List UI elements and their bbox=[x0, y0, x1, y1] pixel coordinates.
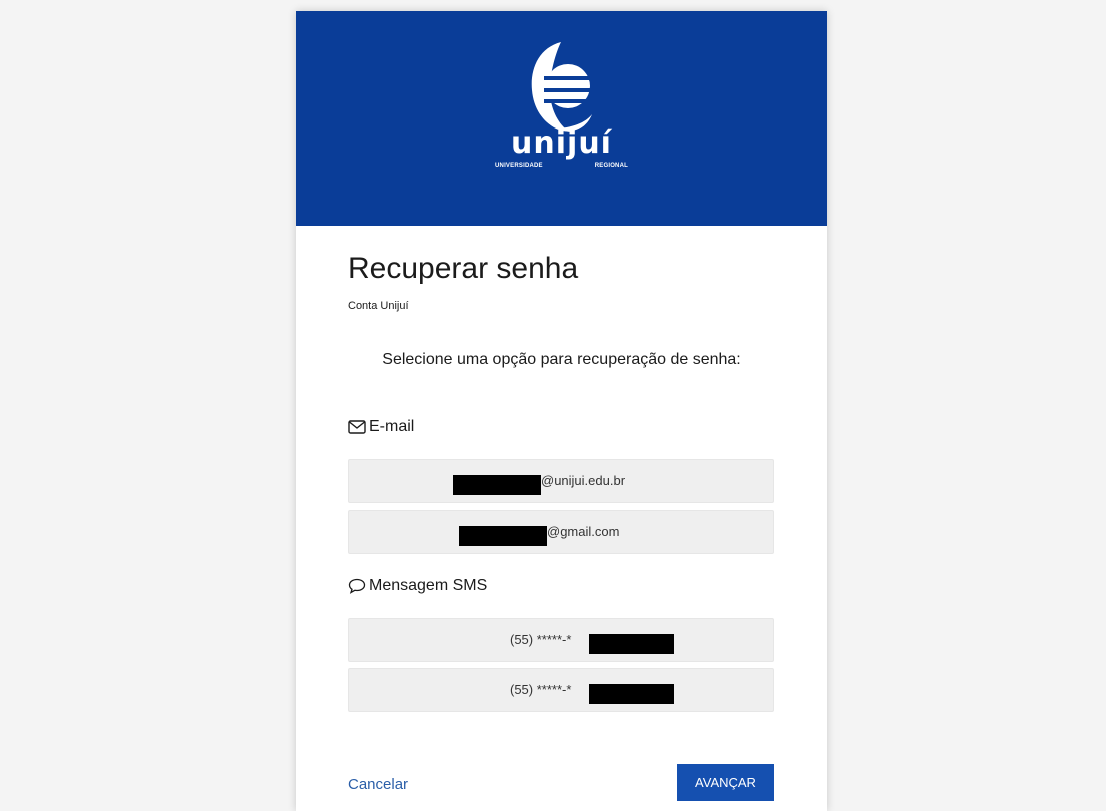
page-title: Recuperar senha bbox=[348, 252, 579, 285]
page-subtitle: Conta Unijuí bbox=[348, 300, 409, 312]
email-option-text: @unijui.edu.br bbox=[541, 473, 626, 488]
email-option-2[interactable]: @gmail.com bbox=[348, 510, 774, 554]
sms-option-text: (55) *****-* bbox=[510, 632, 572, 647]
logo-wordmark: unijuí bbox=[511, 126, 612, 161]
email-section-label: E-mail bbox=[348, 418, 414, 436]
redaction-block bbox=[589, 684, 674, 704]
logo-sub-right: REGIONAL bbox=[594, 163, 628, 169]
sms-option-text: (55) *****-* bbox=[510, 682, 572, 697]
logo-subtitle: UNIVERSIDADE REGIONAL bbox=[495, 163, 628, 169]
sms-option-2[interactable]: (55) *****-* bbox=[348, 668, 774, 712]
redaction-block bbox=[589, 634, 674, 654]
logo-sub-left: UNIVERSIDADE bbox=[495, 163, 543, 169]
email-label: E-mail bbox=[369, 418, 415, 435]
header-banner: unijuí UNIVERSIDADE REGIONAL bbox=[296, 11, 827, 226]
redaction-block bbox=[453, 475, 541, 495]
redaction-block bbox=[459, 526, 547, 546]
instruction-text: Selecione uma opção para recuperação de … bbox=[382, 351, 741, 368]
sms-section-label: Mensagem SMS bbox=[348, 577, 487, 595]
advance-button[interactable]: AVANÇAR bbox=[677, 764, 774, 801]
recovery-card: unijuí UNIVERSIDADE REGIONAL Recuperar s… bbox=[296, 11, 827, 811]
cancel-link[interactable]: Cancelar bbox=[348, 776, 408, 793]
speech-bubble-icon bbox=[348, 578, 366, 594]
email-option-text: @gmail.com bbox=[547, 524, 620, 539]
envelope-icon bbox=[348, 420, 366, 434]
sms-option-1[interactable]: (55) *****-* bbox=[348, 618, 774, 662]
email-option-1[interactable]: @unijui.edu.br bbox=[348, 459, 774, 503]
unijui-logo-icon bbox=[531, 42, 592, 132]
sms-label: Mensagem SMS bbox=[369, 577, 488, 594]
